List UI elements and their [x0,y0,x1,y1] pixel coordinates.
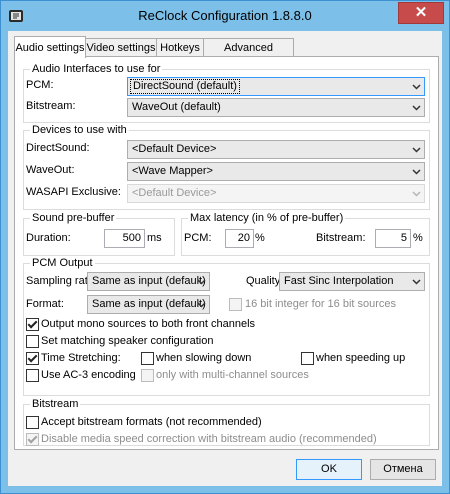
chevron-down-icon [412,105,421,111]
duration-input[interactable]: 500 [104,229,145,248]
group-label: Max latency (in % of pre-buffer) [188,211,346,225]
duration-label: Duration: [26,232,71,244]
group-label: PCM Output [30,256,95,270]
title-bar[interactable]: ReClock Configuration 1.8.8.0 ✕ [1,1,449,31]
sampling-rate-value: Same as input (default) [92,275,206,287]
mono-checkbox[interactable] [26,318,39,331]
dialog-client: Audio settings Video settings Hotkeys Ad… [8,31,442,486]
audio-interfaces-group: Audio Interfaces to use for PCM: DirectS… [23,62,430,123]
prebuffer-group: Sound pre-buffer Duration: 500 ms [23,211,175,256]
group-label: Bitstream [30,397,81,411]
speeding-up-checkbox[interactable] [301,352,314,365]
group-label: Devices to use with [30,123,129,137]
ac3-checkbox[interactable] [26,369,39,382]
wasapi-device-select[interactable]: <Default Device> [127,184,425,203]
dialog-window: ReClock Configuration 1.8.8.0 ✕ Audio se… [0,0,450,494]
disable-speed-correction-checkbox[interactable] [26,433,39,446]
pcm-interface-select[interactable]: DirectSound (default) [127,77,425,96]
bit16-label: 16 bit integer for 16 bit sources [245,298,397,310]
ok-button[interactable]: OK [296,459,362,480]
duration-unit: ms [147,232,162,244]
close-button[interactable]: ✕ [398,2,444,24]
tab-hotkeys[interactable]: Hotkeys [156,38,204,57]
tab-video-settings[interactable]: Video settings [85,38,157,57]
ac3-label: Use AC-3 encoding [41,369,136,381]
group-label: Audio Interfaces to use for [30,62,163,76]
format-select[interactable]: Same as input (default) [87,295,210,314]
tab-advanced-settings[interactable]: Advanced settings [203,38,294,72]
accept-bitstream-checkbox[interactable] [26,416,39,429]
tab-audio-settings[interactable]: Audio settings [14,36,86,58]
time-stretching-checkbox[interactable] [26,352,39,365]
audio-settings-page: Audio Interfaces to use for PCM: DirectS… [14,56,439,450]
chevron-down-icon [412,191,421,197]
quality-value: Fast Sinc Interpolation [284,275,394,287]
latency-pcm-label: PCM: [184,232,212,244]
bit16-checkbox[interactable] [229,298,242,311]
directsound-label: DirectSound: [26,142,90,154]
chevron-down-icon [412,84,421,90]
quality-select[interactable]: Fast Sinc Interpolation [279,272,425,291]
group-label: Sound pre-buffer [30,211,117,225]
bitstream-label: Bitstream: [26,100,76,112]
time-stretching-label: Time Stretching: [41,352,121,364]
waveout-label: WaveOut: [26,164,75,176]
chevron-down-icon [197,279,206,285]
bitstream-interface-value: WaveOut (default) [132,101,221,113]
wasapi-device-value: <Default Device> [132,187,217,199]
directsound-device-value: <Default Device> [132,143,217,155]
latency-group: Max latency (in % of pre-buffer) PCM: 20… [181,211,430,256]
mono-label: Output mono sources to both front channe… [41,318,256,330]
chevron-down-icon [412,147,421,153]
devices-group: Devices to use with DirectSound: <Defaul… [23,123,430,210]
latency-pcm-input[interactable]: 20 [225,229,254,248]
chevron-down-icon [412,279,421,285]
format-label: Format: [26,298,64,310]
speaker-config-checkbox[interactable] [26,335,39,348]
slowing-down-checkbox[interactable] [141,352,154,365]
slowing-down-label: when slowing down [156,352,252,364]
waveout-device-select[interactable]: <Wave Mapper> [127,162,425,181]
sampling-rate-select[interactable]: Same as input (default) [87,272,210,291]
pcm-label: PCM: [26,79,54,91]
latency-bitstream-label: Bitstream: [316,232,366,244]
multichannel-checkbox[interactable] [141,369,154,382]
latency-pcm-unit: % [255,232,265,244]
pcm-interface-value: DirectSound (default) [130,79,240,94]
bitstream-group: Bitstream Accept bitstream formats (not … [23,397,430,446]
latency-bitstream-input[interactable]: 5 [375,229,411,248]
accept-bitstream-label: Accept bitstream formats (not recommende… [41,416,262,428]
bitstream-interface-select[interactable]: WaveOut (default) [127,98,425,117]
speaker-config-label: Set matching speaker configuration [41,335,214,347]
multichannel-label: only with multi-channel sources [156,369,309,381]
window-title: ReClock Configuration 1.8.8.0 [138,8,312,23]
chevron-down-icon [412,169,421,175]
cancel-button[interactable]: Отмена [370,459,436,480]
waveout-device-value: <Wave Mapper> [132,165,213,177]
format-value: Same as input (default) [92,298,206,310]
speeding-up-label: when speeding up [316,352,406,364]
directsound-device-select[interactable]: <Default Device> [127,140,425,159]
chevron-down-icon [197,302,206,308]
pcm-output-group: PCM Output Sampling rate: Same as input … [23,256,430,396]
quality-label: Quality: [246,275,284,287]
latency-bitstream-unit: % [413,232,423,244]
wasapi-label: WASAPI Exclusive: [26,186,121,198]
disable-speed-correction-label: Disable media speed correction with bits… [41,433,377,445]
